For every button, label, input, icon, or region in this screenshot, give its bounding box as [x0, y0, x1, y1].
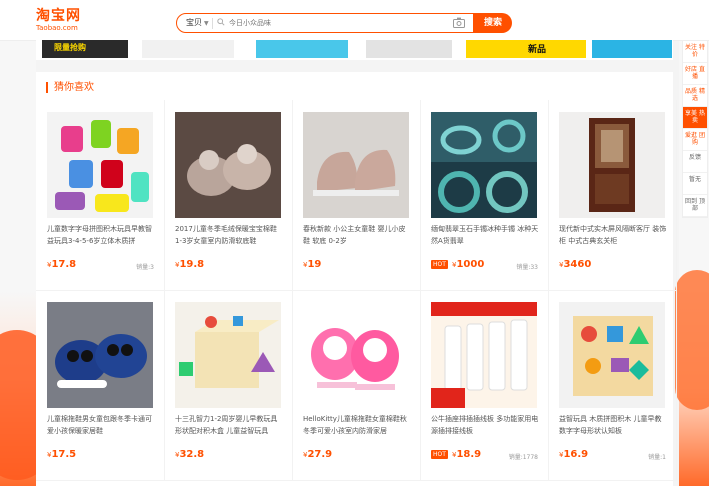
- price-value: 19: [307, 259, 322, 270]
- sales-count: 销量:1: [648, 454, 666, 461]
- product-image[interactable]: [559, 302, 665, 408]
- search-scope-label: 宝贝: [186, 18, 202, 27]
- product-card[interactable]: 儿童数字字母拼图积木玩具早教智益玩具3-4-5-6岁立体木质拼 ¥17.8 销量:3: [36, 100, 165, 291]
- product-price: ¥3460: [559, 259, 591, 270]
- search-input[interactable]: [229, 16, 429, 30]
- hot-badge: HOT: [431, 450, 448, 459]
- product-image[interactable]: [47, 112, 153, 218]
- price-value: 3460: [563, 259, 592, 270]
- toolbar-item-label: 享美 热卖: [685, 110, 705, 124]
- product-title[interactable]: 现代新中式实木屏风隔断客厅 装饰柜 中式古典玄关柜: [559, 223, 667, 247]
- price-value: 17.8: [51, 259, 77, 270]
- promo-banner-strip: 限量抢购 新品: [36, 40, 673, 60]
- chevron-down-icon: ▼: [204, 20, 209, 27]
- promo-banner-text: 限量抢购: [54, 43, 86, 52]
- product-price: ¥16.9: [559, 449, 588, 460]
- product-card[interactable]: 缅甸翡翠玉石手镯冰种手镯 冰种天然A货翡翠 HOT ¥1000 销量:33: [420, 100, 549, 291]
- price-value: 1000: [456, 259, 485, 270]
- product-title[interactable]: 缅甸翡翠玉石手镯冰种手镯 冰种天然A货翡翠: [431, 223, 539, 247]
- hot-badge: HOT: [431, 260, 448, 269]
- product-image[interactable]: [303, 112, 409, 218]
- taobao-logo[interactable]: 淘宝网 Taobao.com: [36, 9, 81, 32]
- product-image[interactable]: [431, 302, 537, 408]
- top-header: 淘宝网 Taobao.com 宝贝▼ 搜索: [0, 0, 709, 41]
- price-value: 17.5: [51, 449, 77, 460]
- price-value: 18.9: [456, 449, 482, 460]
- price-value: 19.8: [179, 259, 205, 270]
- product-price: ¥19.8: [175, 259, 204, 270]
- product-image[interactable]: [303, 302, 409, 408]
- product-price: ¥18.9: [452, 449, 481, 460]
- product-card[interactable]: 儿童棉拖鞋男女童包跟冬季卡通可爱小孩保暖家居鞋 ¥17.5: [36, 290, 165, 481]
- sales-count: 销量:33: [516, 264, 538, 271]
- product-image[interactable]: [559, 112, 665, 218]
- search-scope-select[interactable]: 宝贝 ▼: [186, 17, 209, 28]
- search-button[interactable]: 搜索: [474, 13, 512, 33]
- toolbar-item-label: 暂无: [688, 176, 701, 183]
- price-value: 32.8: [179, 449, 205, 460]
- search-box: 宝贝 ▼: [176, 13, 474, 33]
- toolbar-item-label: 品质 精选: [685, 88, 705, 102]
- section-title: 猜你喜欢: [46, 82, 94, 93]
- toolbar-item[interactable]: 暂无: [683, 173, 707, 195]
- product-price: ¥17.8: [47, 259, 76, 270]
- toolbar-item-label: 回到 顶部: [685, 198, 705, 212]
- promo-banner-1[interactable]: 限量抢购: [42, 40, 128, 58]
- product-title[interactable]: 儿童棉拖鞋男女童包跟冬季卡通可爱小孩保暖家居鞋: [47, 413, 155, 437]
- camera-icon[interactable]: [453, 17, 465, 28]
- promo-banner-4[interactable]: [366, 40, 452, 58]
- product-title[interactable]: 公牛插座排插插线板 多功能家用电源插排接线板: [431, 413, 539, 437]
- product-card[interactable]: 十三孔智力1-2周岁婴儿早教玩具 形状配对积木盒 儿童益智玩具 ¥32.8: [164, 290, 293, 481]
- logo-subtext: Taobao.com: [36, 24, 78, 32]
- promo-banner-5[interactable]: 新品: [466, 40, 586, 58]
- price-value: 16.9: [563, 449, 589, 460]
- product-image[interactable]: [47, 302, 153, 408]
- product-title[interactable]: 儿童数字字母拼图积木玩具早教智益玩具3-4-5-6岁立体木质拼: [47, 223, 155, 247]
- promo-banner-3[interactable]: [256, 40, 348, 58]
- search-bar: 宝贝▼ 搜索: [176, 13, 512, 33]
- product-price: ¥32.8: [175, 449, 204, 460]
- product-price: ¥19: [303, 259, 321, 270]
- right-toolbar: 关注 特价好店 直播品质 精选享美 热卖爱逛 团购反馈暂无回到 顶部: [682, 40, 708, 218]
- sales-count: 销量:3: [136, 264, 154, 271]
- sales-count: 销量:1778: [508, 454, 538, 461]
- toolbar-item[interactable]: 回到 顶部: [683, 195, 707, 217]
- toolbar-item[interactable]: 好店 直播: [683, 63, 707, 85]
- product-title[interactable]: 春秋新款 小公主女童鞋 婴儿小皮鞋 软底 0-2岁: [303, 223, 411, 247]
- promo-banner-2[interactable]: [142, 40, 234, 58]
- product-title[interactable]: HelloKitty儿童棉拖鞋女童棉鞋秋冬季可爱小孩室内防滑家居: [303, 413, 411, 437]
- product-price: ¥1000: [452, 259, 484, 270]
- logo-text: 淘宝网: [36, 8, 81, 24]
- toolbar-item-label: 关注 特价: [685, 44, 705, 58]
- product-title[interactable]: 十三孔智力1-2周岁婴儿早教玩具 形状配对积木盒 儿童益智玩具: [175, 413, 283, 437]
- promo-banner-text: 新品: [528, 45, 547, 55]
- product-card[interactable]: HelloKitty儿童棉拖鞋女童棉鞋秋冬季可爱小孩室内防滑家居 ¥27.9: [292, 290, 421, 481]
- search-icon: [217, 18, 225, 26]
- toolbar-item-label: 反馈: [688, 154, 701, 161]
- toolbar-item[interactable]: 爱逛 团购: [683, 129, 707, 151]
- toolbar-item-label: 爱逛 团购: [685, 132, 705, 146]
- product-title[interactable]: 2017儿童冬季毛绒保暖宝宝棉鞋 1-3岁女童室内防滑软底鞋: [175, 223, 283, 247]
- product-image[interactable]: [175, 112, 281, 218]
- product-card[interactable]: 益智玩具 木质拼图积木 儿童早教 数字字母形状认知板 ¥16.9 销量:1: [548, 290, 677, 481]
- toolbar-item[interactable]: 反馈: [683, 151, 707, 173]
- toolbar-item[interactable]: 品质 精选: [683, 85, 707, 107]
- product-image[interactable]: [175, 302, 281, 408]
- right-decor-shape: [675, 270, 709, 410]
- product-title[interactable]: 益智玩具 木质拼图积木 儿童早教 数字字母形状认知板: [559, 413, 667, 437]
- toolbar-item[interactable]: 享美 热卖: [683, 107, 707, 129]
- product-card[interactable]: 公牛插座排插插线板 多功能家用电源插排接线板 HOT ¥18.9 销量:1778: [420, 290, 549, 481]
- promo-banner-6[interactable]: [592, 40, 672, 58]
- price-value: 27.9: [307, 449, 333, 460]
- toolbar-item-label: 好店 直播: [685, 66, 705, 80]
- divider: [212, 18, 213, 29]
- recommendation-panel: 猜你喜欢 儿童数字字母拼图积木玩具早教智益玩具3-4-5-6岁立体木质拼 ¥17.…: [36, 72, 677, 486]
- product-image[interactable]: [431, 112, 537, 218]
- product-card[interactable]: 2017儿童冬季毛绒保暖宝宝棉鞋 1-3岁女童室内防滑软底鞋 ¥19.8: [164, 100, 293, 291]
- product-price: ¥17.5: [47, 449, 76, 460]
- toolbar-item[interactable]: 关注 特价: [683, 41, 707, 63]
- product-card[interactable]: 春秋新款 小公主女童鞋 婴儿小皮鞋 软底 0-2岁 ¥19: [292, 100, 421, 291]
- product-price: ¥27.9: [303, 449, 332, 460]
- product-card[interactable]: 现代新中式实木屏风隔断客厅 装饰柜 中式古典玄关柜 ¥3460: [548, 100, 677, 291]
